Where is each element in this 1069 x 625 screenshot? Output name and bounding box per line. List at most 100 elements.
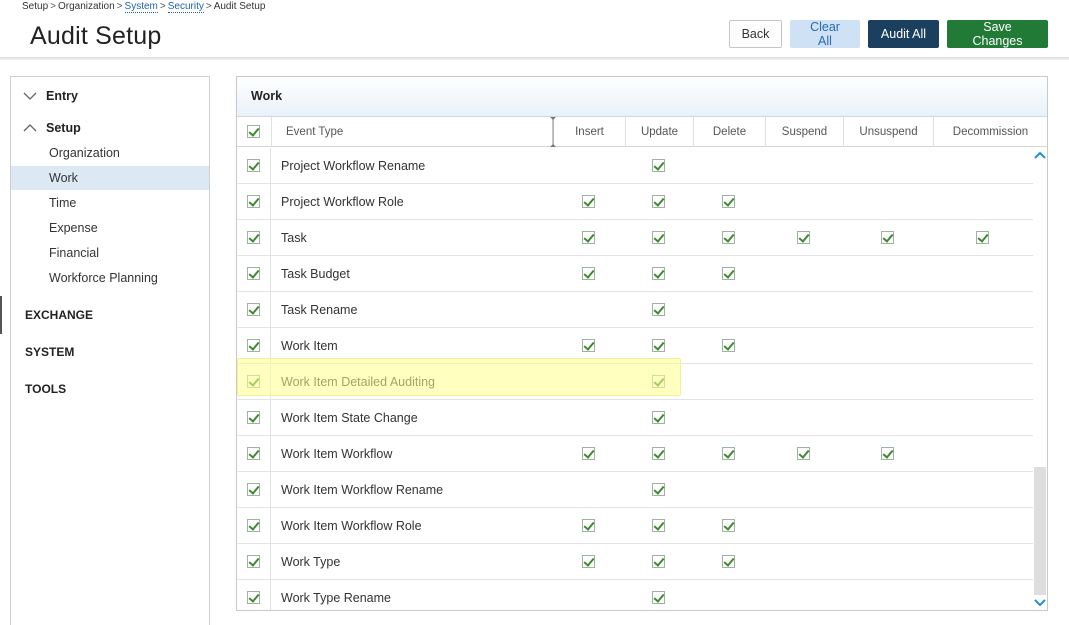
- row-select-checkbox[interactable]: [247, 591, 260, 604]
- table-row: Project Workflow Role: [237, 184, 1033, 220]
- header-divider: [0, 57, 1069, 60]
- update-checkbox[interactable]: [652, 303, 665, 316]
- event-type-name: Work Item State Change: [281, 411, 418, 425]
- update-checkbox[interactable]: [652, 267, 665, 280]
- table-row: Work Type: [237, 544, 1033, 580]
- update-checkbox[interactable]: [652, 339, 665, 352]
- clear-all-button[interactable]: Clear All: [790, 20, 860, 48]
- sidebar-item-time[interactable]: Time: [11, 191, 209, 215]
- column-header-unsuspend[interactable]: Unsuspend: [843, 117, 933, 147]
- delete-checkbox[interactable]: [722, 195, 735, 208]
- row-select-cell: [237, 364, 271, 400]
- row-select-checkbox[interactable]: [247, 519, 260, 532]
- row-select-checkbox[interactable]: [247, 339, 260, 352]
- row-select-checkbox[interactable]: [247, 375, 260, 388]
- back-button[interactable]: Back: [729, 20, 782, 48]
- row-select-checkbox[interactable]: [247, 411, 260, 424]
- row-select-cell: [237, 220, 271, 256]
- update-checkbox[interactable]: [652, 591, 665, 604]
- event-type-name: Work Item Workflow Rename: [281, 483, 444, 497]
- panel-header: Work: [237, 77, 1047, 117]
- breadcrumb-audit-setup: Audit Setup: [213, 1, 266, 12]
- row-select-checkbox[interactable]: [247, 483, 260, 496]
- update-checkbox[interactable]: [652, 555, 665, 568]
- delete-checkbox[interactable]: [722, 555, 735, 568]
- breadcrumb-system-link[interactable]: System: [124, 1, 158, 13]
- breadcrumb-separator: >: [116, 1, 123, 12]
- update-checkbox[interactable]: [652, 159, 665, 172]
- sidebar: Entry Setup Organization Work Time Expen…: [10, 76, 210, 625]
- insert-checkbox[interactable]: [582, 555, 595, 568]
- insert-checkbox[interactable]: [582, 519, 595, 532]
- select-all-checkbox[interactable]: [247, 125, 260, 138]
- event-type-name: Work Item: [281, 339, 338, 353]
- breadcrumb-security-link[interactable]: Security: [167, 1, 204, 13]
- unsuspend-checkbox[interactable]: [881, 231, 894, 244]
- update-checkbox[interactable]: [652, 375, 665, 388]
- row-select-checkbox[interactable]: [247, 447, 260, 460]
- row-select-checkbox[interactable]: [247, 195, 260, 208]
- insert-checkbox[interactable]: [582, 267, 595, 280]
- sidebar-item-financial[interactable]: Financial: [11, 241, 209, 265]
- sidebar-section-system[interactable]: SYSTEM: [25, 345, 74, 359]
- insert-checkbox[interactable]: [582, 447, 595, 460]
- sidebar-section-exchange[interactable]: EXCHANGE: [25, 308, 93, 322]
- scroll-down-icon[interactable]: [1034, 598, 1046, 608]
- suspend-checkbox[interactable]: [797, 447, 810, 460]
- event-type-name: Work Item Workflow: [281, 447, 393, 461]
- chevron-up-icon: [23, 124, 37, 132]
- row-select-cell: [237, 436, 271, 472]
- scroll-up-icon[interactable]: [1034, 150, 1046, 160]
- sidebar-item-expense[interactable]: Expense: [11, 216, 209, 240]
- column-header-event-type[interactable]: Event Type: [271, 117, 553, 147]
- breadcrumb-separator: >: [50, 1, 56, 12]
- row-select-cell: [237, 472, 271, 508]
- insert-checkbox[interactable]: [582, 231, 595, 244]
- row-select-checkbox[interactable]: [247, 231, 260, 244]
- update-checkbox[interactable]: [652, 411, 665, 424]
- column-header-update[interactable]: Update: [625, 117, 693, 147]
- delete-checkbox[interactable]: [722, 267, 735, 280]
- column-header-suspend[interactable]: Suspend: [765, 117, 843, 147]
- row-select-checkbox[interactable]: [247, 267, 260, 280]
- event-type-name: Work Type: [281, 555, 341, 569]
- event-type-name: Project Workflow Role: [281, 195, 404, 209]
- row-select-checkbox[interactable]: [247, 159, 260, 172]
- update-checkbox[interactable]: [652, 447, 665, 460]
- column-header-delete[interactable]: Delete: [693, 117, 765, 147]
- insert-checkbox[interactable]: [582, 339, 595, 352]
- save-changes-button[interactable]: Save Changes: [947, 20, 1048, 48]
- suspend-checkbox[interactable]: [797, 231, 810, 244]
- row-select-checkbox[interactable]: [247, 555, 260, 568]
- table-row: Work Item Workflow Role: [237, 508, 1033, 544]
- event-type-name: Work Item Workflow Role: [281, 519, 422, 533]
- update-checkbox[interactable]: [652, 483, 665, 496]
- table-row: Work Type Rename: [237, 580, 1033, 610]
- delete-checkbox[interactable]: [722, 339, 735, 352]
- sidebar-item-workforce-planning[interactable]: Workforce Planning: [11, 266, 209, 290]
- scrollbar-thumb[interactable]: [1034, 467, 1046, 595]
- sidebar-group-entry[interactable]: Entry: [23, 89, 78, 103]
- sidebar-item-work[interactable]: Work: [11, 166, 209, 190]
- sidebar-item-organization[interactable]: Organization: [11, 141, 209, 165]
- delete-checkbox[interactable]: [722, 447, 735, 460]
- update-checkbox[interactable]: [652, 195, 665, 208]
- table-row: Work Item Detailed Auditing: [237, 364, 1033, 400]
- column-header-insert[interactable]: Insert: [553, 117, 625, 147]
- delete-checkbox[interactable]: [722, 519, 735, 532]
- event-type-name: Work Item Detailed Auditing: [281, 375, 436, 389]
- row-select-checkbox[interactable]: [247, 303, 260, 316]
- delete-checkbox[interactable]: [722, 231, 735, 244]
- sidebar-group-setup[interactable]: Setup: [23, 121, 81, 135]
- breadcrumb-separator: >: [159, 1, 166, 12]
- column-resize-handle[interactable]: [550, 117, 556, 147]
- update-checkbox[interactable]: [652, 519, 665, 532]
- unsuspend-checkbox[interactable]: [881, 447, 894, 460]
- update-checkbox[interactable]: [652, 231, 665, 244]
- decommission-checkbox[interactable]: [976, 231, 989, 244]
- row-select-cell: [237, 508, 271, 544]
- column-header-decommission[interactable]: Decommission: [933, 117, 1047, 147]
- audit-all-button[interactable]: Audit All: [868, 20, 939, 48]
- insert-checkbox[interactable]: [582, 195, 595, 208]
- sidebar-section-tools[interactable]: TOOLS: [25, 382, 66, 396]
